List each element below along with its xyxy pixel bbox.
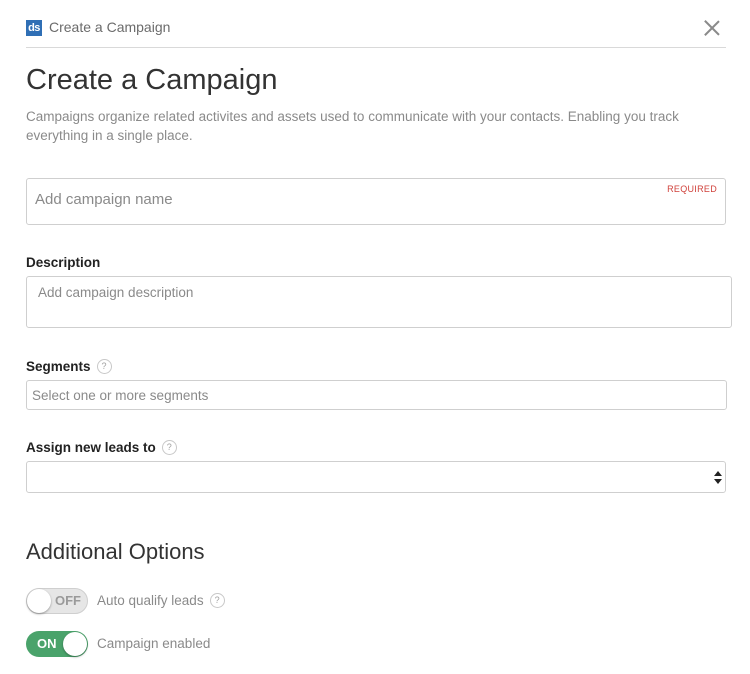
campaign-enabled-label: Campaign enabled — [97, 636, 211, 651]
dialog-header-title: Create a Campaign — [49, 19, 171, 35]
toggle-knob — [63, 632, 87, 656]
segments-input[interactable] — [26, 380, 727, 410]
campaign-name-field: REQUIRED — [26, 178, 726, 225]
question-icon[interactable]: ? — [161, 439, 177, 455]
assign-leads-label-text: Assign new leads to — [26, 440, 156, 455]
description-label: Description — [26, 255, 100, 270]
question-icon[interactable]: ? — [209, 592, 225, 608]
additional-options-title: Additional Options — [26, 539, 205, 564]
assign-leads-label: Assign new leads to? — [26, 439, 177, 456]
page-intro: Campaigns organize related activites and… — [26, 109, 679, 143]
assign-leads-select[interactable] — [26, 461, 726, 493]
campaign-enabled-toggle[interactable]: ON — [26, 631, 88, 657]
auto-qualify-label: Auto qualify leads? — [97, 592, 225, 609]
segments-label-text: Segments — [26, 359, 91, 374]
required-indicator: REQUIRED — [667, 184, 717, 194]
toggle-state-text: OFF — [55, 593, 81, 608]
toggle-knob — [27, 589, 51, 613]
app-logo: ds — [26, 20, 42, 36]
auto-qualify-toggle[interactable]: OFF — [26, 588, 88, 614]
auto-qualify-label-text: Auto qualify leads — [97, 593, 204, 608]
segments-label: Segments? — [26, 358, 112, 375]
description-input[interactable] — [26, 276, 732, 328]
campaign-name-input[interactable] — [35, 191, 655, 208]
question-icon[interactable]: ? — [96, 358, 112, 374]
description-label-text: Description — [26, 255, 101, 270]
close-icon[interactable] — [704, 20, 720, 36]
select-arrows-icon — [714, 471, 722, 484]
toggle-state-text: ON — [37, 636, 57, 651]
page-title: Create a Campaign — [26, 64, 278, 96]
dialog-header: ds Create a Campaign — [26, 18, 726, 48]
